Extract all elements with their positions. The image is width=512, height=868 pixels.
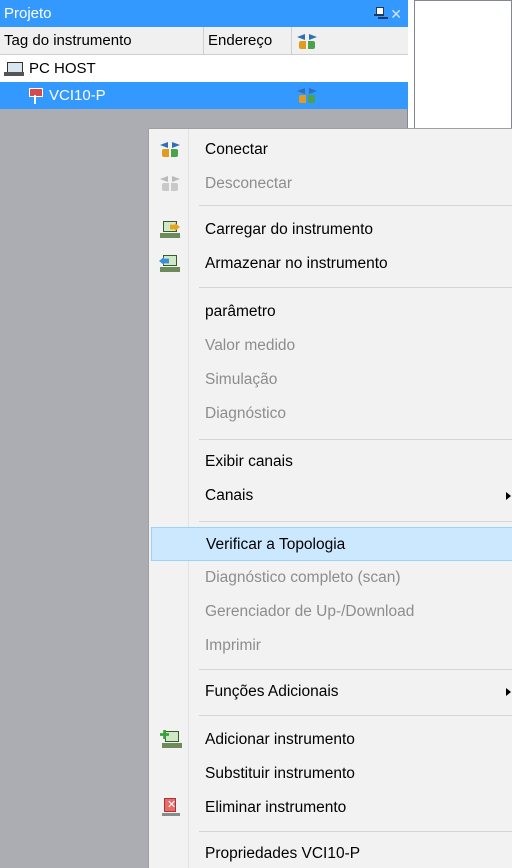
instrument-tree: PC HOST VCI10-P [0, 55, 408, 109]
menu-separator [199, 205, 512, 206]
menu-item-parametro[interactable]: parâmetro [151, 295, 512, 329]
column-header-address[interactable]: Endereço [204, 27, 292, 55]
disconnect-icon [159, 174, 181, 194]
load-from-device-icon [159, 220, 181, 240]
menu-separator [199, 715, 512, 716]
menu-item-conectar[interactable]: Conectar [151, 133, 512, 167]
menu-item-armazenar-no-instrumento[interactable]: Armazenar no instrumento [151, 247, 512, 281]
menu-separator [199, 521, 512, 522]
add-device-icon [159, 730, 182, 750]
tree-row-pc-host[interactable]: PC HOST [0, 55, 408, 82]
menu-item-imprimir[interactable]: Imprimir [151, 629, 512, 663]
connect-icon [296, 86, 318, 104]
delete-device-icon: ✕ [159, 798, 181, 818]
menu-item-diagnostico[interactable]: Diagnóstico [151, 397, 512, 431]
pin-icon[interactable] [374, 7, 385, 20]
connect-icon [159, 140, 181, 160]
column-header-connection[interactable] [292, 27, 408, 55]
menu-separator [199, 439, 512, 440]
connect-icon [296, 32, 318, 50]
submenu-arrow-icon [506, 492, 511, 500]
submenu-arrow-icon [506, 688, 511, 696]
menu-separator [199, 669, 512, 670]
menu-separator [199, 287, 512, 288]
menu-item-substituir-instrumento[interactable]: Substituir instrumento [151, 757, 512, 791]
tree-row-label: VCI10-P [49, 87, 106, 104]
menu-item-exibir-canais[interactable]: Exibir canais [151, 445, 512, 479]
device-icon [26, 87, 44, 105]
menu-item-gerenciador-up-download[interactable]: Gerenciador de Up-/Download [151, 595, 512, 629]
store-to-device-icon [159, 254, 181, 274]
menu-item-diagnostico-completo[interactable]: Diagnóstico completo (scan) [151, 561, 512, 595]
panel-title-bar: Projeto ✕ [0, 0, 408, 27]
menu-item-adicionar-instrumento[interactable]: Adicionar instrumento [151, 723, 512, 757]
panel-title: Projeto [4, 5, 52, 22]
menu-item-valor-medido[interactable]: Valor medido [151, 329, 512, 363]
document-area [414, 0, 512, 130]
column-header: Tag do instrumento Endereço [0, 27, 408, 55]
menu-item-simulacao[interactable]: Simulação [151, 363, 512, 397]
menu-item-desconectar[interactable]: Desconectar [151, 167, 512, 201]
context-menu: Conectar Desconectar Carregar do instrum… [148, 128, 512, 868]
close-icon[interactable]: ✕ [390, 7, 402, 21]
menu-item-verificar-a-topologia[interactable]: Verificar a Topologia [151, 527, 512, 561]
column-header-tag[interactable]: Tag do instrumento [0, 27, 204, 55]
menu-item-funcoes-adicionais[interactable]: Funções Adicionais [151, 675, 512, 709]
menu-item-eliminar-instrumento[interactable]: ✕ Eliminar instrumento [151, 791, 512, 825]
pc-host-icon [4, 61, 24, 77]
tree-row-label: PC HOST [29, 60, 96, 77]
menu-item-propriedades[interactable]: Propriedades VCI10-P [151, 837, 512, 868]
tree-row-vci10-p[interactable]: VCI10-P [0, 82, 408, 109]
menu-item-canais[interactable]: Canais [151, 479, 512, 513]
menu-item-carregar-do-instrumento[interactable]: Carregar do instrumento [151, 213, 512, 247]
menu-separator [199, 831, 512, 832]
